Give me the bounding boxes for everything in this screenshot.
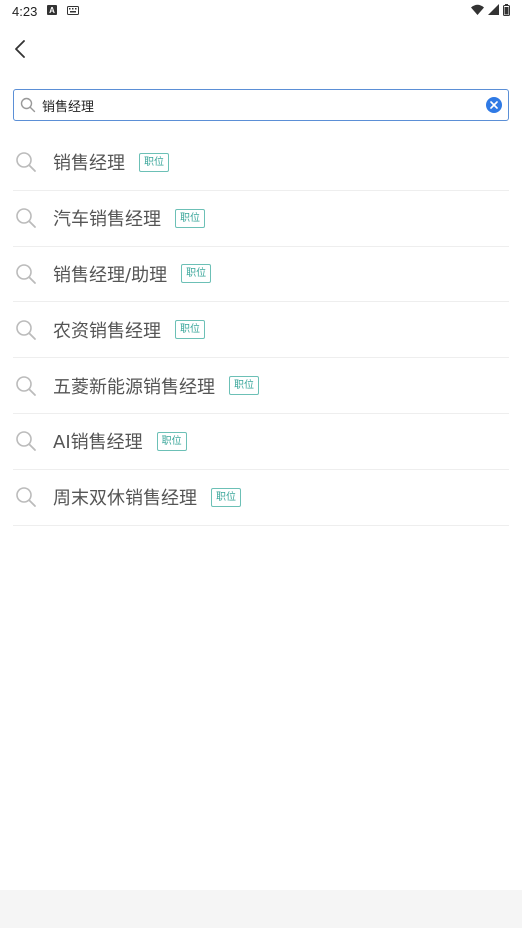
status-bar: 4:23 A: [0, 0, 522, 22]
suggestion-item[interactable]: 周末双休销售经理 职位: [13, 470, 509, 526]
clear-button[interactable]: [486, 97, 502, 113]
search-icon: [13, 373, 39, 399]
category-tag: 职位: [211, 487, 241, 507]
signal-icon: [488, 4, 499, 18]
keyboard-icon: [67, 4, 80, 18]
category-tag: 职位: [156, 431, 187, 451]
search-icon: [13, 149, 39, 175]
suggestion-text: 周末双休销售经理: [53, 488, 197, 510]
chevron-left-icon: [14, 40, 26, 62]
suggestion-text: 销售经理/助理: [53, 264, 168, 286]
wifi-icon: [471, 4, 484, 18]
suggestion-item[interactable]: 农资销售经理 职位: [13, 302, 509, 359]
battery-icon: [503, 3, 510, 19]
category-tag: 职位: [139, 152, 169, 172]
suggestion-text: AI销售经理: [53, 432, 143, 454]
search-icon: [13, 261, 39, 287]
search-box[interactable]: [13, 89, 509, 121]
system-navigation-bar: [0, 890, 522, 928]
category-tag: 职位: [175, 320, 205, 340]
search-input[interactable]: [42, 91, 486, 119]
search-icon: [13, 484, 39, 510]
suggestion-item[interactable]: AI销售经理 职位: [13, 414, 509, 470]
suggestion-item[interactable]: 汽车销售经理 职位: [13, 191, 509, 247]
suggestion-text: 农资销售经理: [53, 320, 161, 342]
a-icon: A: [47, 4, 58, 18]
category-tag: 职位: [181, 264, 212, 284]
suggestion-item[interactable]: 五菱新能源销售经理 职位: [13, 358, 509, 414]
category-tag: 职位: [229, 376, 259, 396]
suggestion-item[interactable]: 销售经理 职位: [13, 135, 509, 191]
search-icon: [13, 428, 39, 454]
close-icon: [490, 101, 498, 109]
suggestion-text: 汽车销售经理: [53, 209, 161, 231]
search-icon: [13, 317, 39, 343]
svg-text:A: A: [49, 6, 55, 15]
back-button[interactable]: [6, 36, 34, 66]
search-icon: [20, 96, 38, 114]
suggestion-text: 销售经理: [53, 153, 125, 175]
suggestion-text: 五菱新能源销售经理: [53, 376, 215, 398]
category-tag: 职位: [175, 208, 205, 228]
status-time: 4:23: [12, 3, 38, 19]
suggestion-item[interactable]: 销售经理/助理 职位: [13, 247, 509, 303]
suggestion-list: 销售经理 职位 汽车销售经理 职位 销售经理/助理 职位 农资销售经理 职位 五…: [13, 135, 509, 526]
search-icon: [13, 205, 39, 231]
